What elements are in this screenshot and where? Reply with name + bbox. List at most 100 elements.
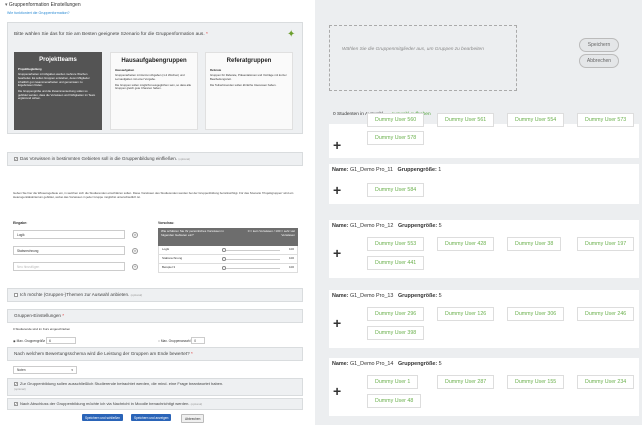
checkbox-checked-icon[interactable]: ✓ — [14, 381, 18, 386]
remove-icon[interactable]: × — [132, 232, 138, 238]
enrolled-info: 0 Studierende sind im Kurs eingeschriebe… — [13, 327, 71, 331]
member-chip[interactable]: Dummy User 287 — [437, 375, 495, 389]
collapse-icon[interactable]: ▾ — [5, 2, 8, 8]
preview-row: Beispiel 3 100 — [158, 264, 298, 273]
card-body: Gruppen für Referate, Präsentationen und… — [210, 73, 287, 82]
section-title: Gruppenformation Einstellungen — [8, 2, 81, 8]
inputs-label: Eingabe: — [13, 221, 28, 225]
evaluation-select[interactable]: Noten ▾ — [13, 366, 77, 374]
group-settings-title: Gruppen-Einstellungen * — [14, 313, 65, 318]
member-chip[interactable]: Dummy User 1 — [367, 375, 419, 389]
knowledge-slider[interactable]: 100 — [222, 256, 294, 261]
member-chip[interactable]: Dummy User 48 — [367, 394, 422, 408]
preview-table-head: Wie schätzen Sie Ihr persönliches Vorwis… — [158, 228, 298, 246]
group-card: Name: G1_Demo Pro_14 Gruppengröße: 5 + D… — [329, 358, 639, 416]
group-editor: Wählen Sie die Gruppenmitglieder aus, um… — [315, 0, 642, 425]
remove-icon[interactable]: × — [132, 248, 138, 254]
only-active-checkbox[interactable]: ✓ Zur Gruppenbildung sollen ausschließlic… — [14, 381, 294, 392]
add-member-icon[interactable]: + — [333, 246, 341, 260]
evaluation-header: Nach welchem Bewertungsschema wird die L… — [7, 347, 303, 361]
member-chip[interactable]: Dummy User 428 — [437, 237, 495, 251]
group-card: Name: G1_Demo Pro_11 Gruppengröße: 1 + D… — [329, 164, 639, 204]
scenario-card-referat[interactable]: Referatgruppen Referate Gruppen für Refe… — [205, 52, 293, 130]
member-chip[interactable]: Dummy User 561 — [437, 113, 495, 127]
group-header: Name: G1_Demo Pro_12 Gruppengröße: 5 — [332, 223, 442, 229]
cancel-groups-button[interactable]: Abbrechen — [579, 54, 619, 68]
scenario-section: Bitte wählen Sie das für Sie am Besten g… — [7, 22, 303, 134]
card-sub: Hausaufgaben — [115, 67, 135, 72]
card-body: Gruppenarbeiten mit kurzen Abgaben (1-2 … — [115, 73, 185, 82]
help-link[interactable]: Wie funktioniert die Gruppenformation? — [7, 11, 70, 16]
member-chip[interactable]: Dummy User 584 — [367, 183, 425, 197]
card-title: Referatgruppen — [226, 58, 272, 64]
topics-checkbox[interactable]: Ich möchte (Gruppen-)Themen zur Auswahl … — [14, 292, 142, 298]
member-chip[interactable]: Dummy User 197 — [577, 237, 635, 251]
preview-row: Stabsrechnung 100 — [158, 255, 298, 264]
preview-table: Wie schätzen Sie Ihr persönliches Vorwis… — [158, 228, 298, 273]
group-card: + Dummy User 560 Dummy User 561 Dummy Us… — [329, 113, 639, 158]
knowledge-slider[interactable]: 100 — [222, 247, 294, 252]
settings-panel: ▾ Gruppenformation Einstellungen Wie fun… — [0, 0, 308, 425]
notify-toggle: ✓ Nach Abschluss der Gruppenbildung möcht… — [7, 398, 303, 410]
add-member-icon[interactable]: + — [333, 138, 341, 152]
member-chip[interactable]: Dummy User 560 — [367, 113, 425, 127]
checkbox-icon[interactable] — [14, 292, 18, 297]
prior-knowledge-checkbox[interactable]: ✓ Das Vorwissen in bestimmten Gebieten so… — [14, 156, 190, 162]
group-card: Name: G1_Demo Pro_12 Gruppengröße: 5 + D… — [329, 220, 639, 278]
max-size-input[interactable]: 6 — [46, 337, 77, 344]
group-card: Name: G1_Demo Pro_13 Gruppengröße: 5 + D… — [329, 290, 639, 348]
topic-input-new[interactable]: Neu hinzufügen — [13, 262, 125, 271]
member-chip[interactable]: Dummy User 578 — [367, 131, 425, 145]
save-groups-button[interactable]: Speichern — [579, 38, 619, 52]
member-chip[interactable]: Dummy User 573 — [577, 113, 635, 127]
checkbox-checked-icon[interactable]: ✓ — [14, 156, 18, 161]
topics-toggle: Ich möchte (Gruppen-)Themen zur Auswahl … — [7, 288, 303, 302]
member-chip[interactable]: Dummy User 441 — [367, 256, 425, 270]
card-body: Die Gruppengröße und die Zusammensetzung… — [18, 88, 96, 101]
topic-input-2[interactable]: Stabsrechnung — [13, 246, 125, 255]
puzzle-icon: ✦ — [287, 29, 296, 40]
section-header[interactable]: ▾ Gruppenformation Einstellungen — [5, 2, 81, 9]
member-chip[interactable]: Dummy User 155 — [507, 375, 565, 389]
member-chip[interactable]: Dummy User 296 — [367, 307, 425, 321]
knowledge-slider[interactable]: 100 — [222, 265, 294, 270]
scenario-card-hausaufgaben[interactable]: Hausaufgabengruppen Hausaufgaben Gruppen… — [110, 52, 198, 130]
member-chip[interactable]: Dummy User 38 — [507, 237, 562, 251]
card-body: Die Gruppen sollen möglichst ausgegliche… — [115, 82, 192, 91]
scenario-card-projektteams[interactable]: Projektteams Projektbegleitung Gruppenar… — [14, 52, 102, 130]
topic-input-1[interactable]: Logik — [13, 230, 125, 239]
add-member-icon[interactable]: + — [333, 316, 341, 330]
member-chip[interactable]: Dummy User 234 — [577, 375, 635, 389]
add-member-icon[interactable]: + — [333, 384, 341, 398]
member-chip[interactable]: Dummy User 306 — [507, 307, 565, 321]
scenario-question: Bitte wählen Sie das für Sie am Besten g… — [14, 32, 208, 37]
add-member-icon[interactable]: + — [333, 183, 341, 197]
checkbox-checked-icon[interactable]: ✓ — [14, 401, 18, 406]
save-show-button[interactable]: Speichern und anzeigen — [131, 414, 172, 422]
member-chip[interactable]: Dummy User 398 — [367, 326, 425, 340]
chevron-down-icon: ▾ — [71, 368, 73, 372]
selection-dropzone[interactable]: Wählen Sie die Gruppenmitglieder aus, um… — [329, 25, 517, 91]
save-close-button[interactable]: Speichern und schließen — [82, 414, 124, 422]
add-icon[interactable]: + — [132, 264, 138, 270]
prior-description: Geben Sie hier die Wissensgebiete ein, i… — [13, 191, 294, 199]
prior-knowledge-toggle: ✓ Das Vorwissen in bestimmten Gebieten so… — [7, 152, 303, 166]
max-count-input[interactable]: 0 — [191, 337, 206, 344]
preview-label: Vorschau: — [158, 221, 175, 225]
member-chip[interactable]: Dummy User 246 — [577, 307, 635, 321]
card-sub: Referate — [210, 67, 222, 72]
member-chip[interactable]: Dummy User 554 — [507, 113, 565, 127]
evaluation-title: Nach welchem Bewertungsschema wird die L… — [14, 351, 193, 356]
group-header: Name: G1_Demo Pro_11 Gruppengröße: 1 — [332, 167, 442, 173]
card-body: Die Teilnehmenden sollen ähnliche Intere… — [210, 82, 277, 87]
group-settings-header: Gruppen-Einstellungen * — [7, 309, 303, 323]
member-chip[interactable]: Dummy User 553 — [367, 237, 425, 251]
cancel-button[interactable]: Abbrechen — [181, 414, 205, 424]
max-count-option[interactable]: ○ Max. Gruppenanzahl 0 — [158, 337, 206, 344]
member-chip[interactable]: Dummy User 126 — [437, 307, 495, 321]
notify-checkbox[interactable]: ✓ Nach Abschluss der Gruppenbildung möcht… — [14, 401, 202, 407]
group-header: Name: G1_Demo Pro_13 Gruppengröße: 5 — [332, 293, 442, 299]
card-body: Gruppenarbeiten mit Abgaben werden mehre… — [18, 72, 90, 88]
max-size-option[interactable]: ◉ Max. Gruppengröße 6 — [13, 337, 77, 344]
card-title: Hausaufgabengruppen — [121, 58, 187, 64]
